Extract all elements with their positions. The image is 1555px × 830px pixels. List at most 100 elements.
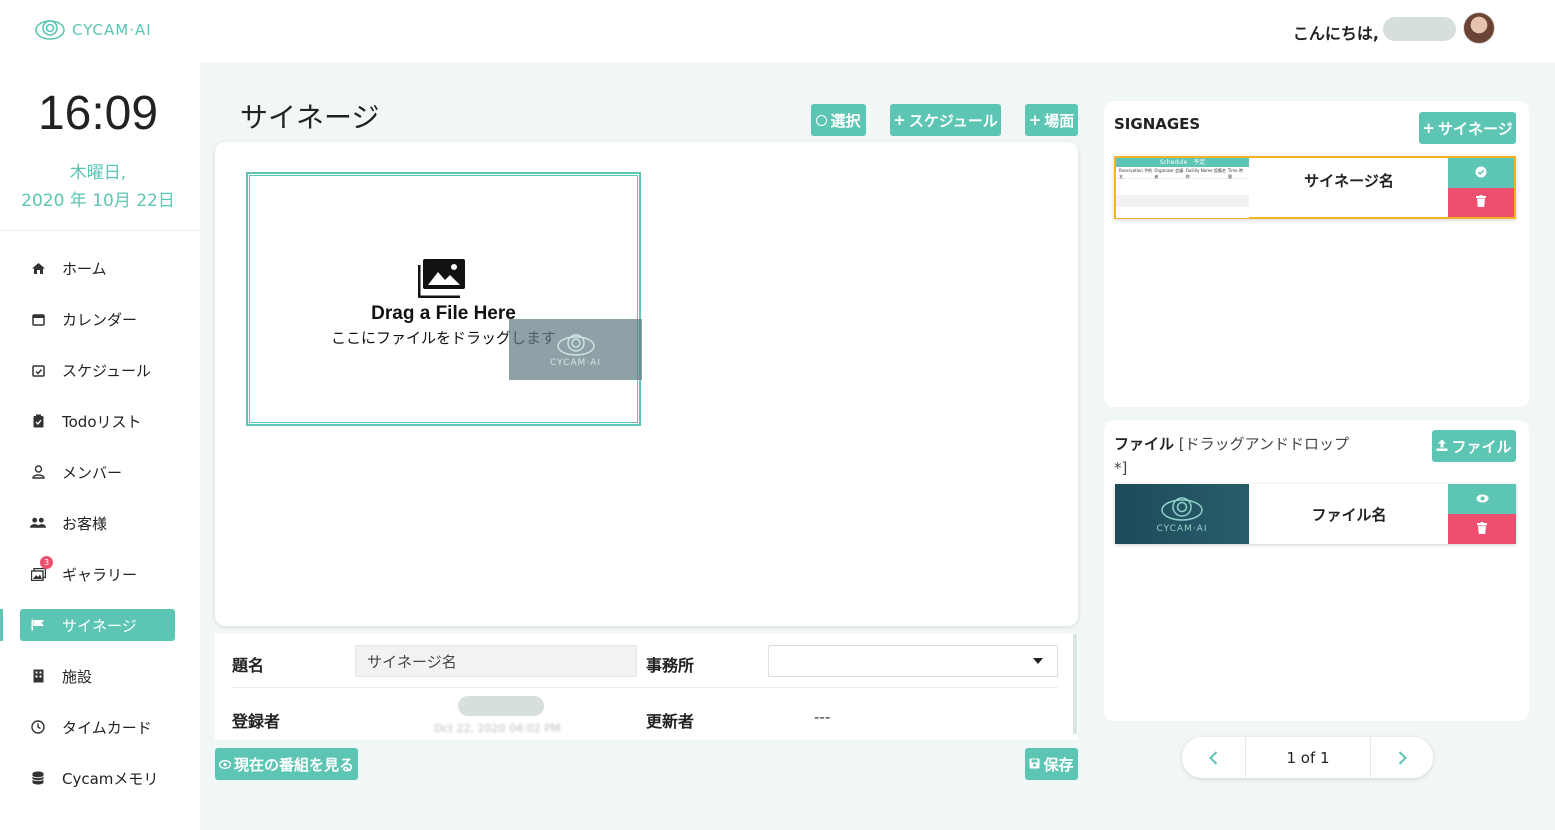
users-icon xyxy=(30,515,46,531)
cycam-logo-icon xyxy=(35,20,65,40)
app-logo[interactable]: CYCAM·AI xyxy=(34,16,152,44)
sidebar-item-facility[interactable]: 施設 xyxy=(20,660,175,692)
view-current-label: 現在の番組を見る xyxy=(233,755,354,774)
add-schedule-label: スケジュール xyxy=(908,111,998,130)
upload-icon xyxy=(1436,437,1448,455)
signage-delete-button[interactable] xyxy=(1448,188,1514,217)
sidebar-item-members[interactable]: メンバー xyxy=(20,456,175,488)
registrant-name xyxy=(458,696,544,716)
thumb-logo-text: CYCAM·AI xyxy=(549,357,601,368)
next-page-button[interactable] xyxy=(1371,737,1433,778)
trash-icon xyxy=(1477,521,1487,537)
check-circle-icon xyxy=(1475,166,1487,181)
registered-date: Oct 22, 2020 04:02 PM xyxy=(434,722,561,735)
title-label: 題名 xyxy=(232,656,265,675)
upload-file-button[interactable]: ファイル xyxy=(1432,430,1516,462)
database-icon xyxy=(30,770,46,786)
greeting-text: こんにちは, xyxy=(1292,24,1379,43)
file-thumb-logo-text: CYCAM·AI xyxy=(1156,524,1208,534)
add-schedule-button[interactable]: + スケジュール xyxy=(890,104,1001,136)
chevron-left-icon xyxy=(1209,750,1218,765)
add-scene-button[interactable]: + 場面 xyxy=(1025,104,1078,136)
thumb-col: Organizer 会議者 xyxy=(1154,168,1184,179)
select-button-label: 選択 xyxy=(830,111,861,130)
sidebar-divider xyxy=(0,230,200,231)
clock-time: 16:09 xyxy=(37,87,159,140)
clock-icon xyxy=(30,719,46,735)
active-marker xyxy=(0,609,3,641)
sidebar-item-gallery[interactable]: 3 ギャラリー xyxy=(20,556,175,590)
cycam-logo-icon xyxy=(1161,497,1203,521)
trash-icon xyxy=(1476,195,1486,210)
circle-icon xyxy=(816,114,828,126)
add-signage-button[interactable]: + サイネージ xyxy=(1419,112,1516,144)
sidebar-item-home[interactable]: ホーム xyxy=(20,252,175,284)
form-scrollbar[interactable] xyxy=(1073,634,1077,734)
sidebar-item-customers[interactable]: お客様 xyxy=(20,507,175,539)
save-label: 保存 xyxy=(1043,755,1074,774)
dragged-file-thumbnail[interactable]: CYCAM·AI xyxy=(509,319,642,380)
sidebar-item-label: メンバー xyxy=(62,463,123,482)
prev-page-button[interactable] xyxy=(1182,737,1245,778)
signages-panel xyxy=(1104,101,1529,407)
cycam-logo-icon xyxy=(556,333,595,356)
pagination: 1 of 1 xyxy=(1182,737,1433,778)
photo-folder-icon xyxy=(418,259,465,298)
registrant-label: 登録者 xyxy=(232,712,281,731)
sidebar-item-label: お客様 xyxy=(62,514,108,533)
sidebar-nav: ホーム カレンダー スケジュール Todoリスト メンバー お客様 3 ギャラリ… xyxy=(0,252,175,813)
plus-icon: + xyxy=(1422,119,1435,137)
calendar-check-icon xyxy=(30,362,46,378)
calendar-icon xyxy=(30,311,46,327)
file-delete-button[interactable] xyxy=(1448,514,1516,544)
file-thumbnail: CYCAM·AI xyxy=(1115,484,1249,544)
add-scene-label: 場面 xyxy=(1044,111,1075,130)
gallery-badge: 3 xyxy=(40,556,53,569)
title-input[interactable]: サイネージ名 xyxy=(355,645,637,677)
eye-icon xyxy=(218,755,232,773)
eye-icon xyxy=(1476,492,1489,506)
logo-text: CYCAM·AI xyxy=(72,21,152,39)
updater-value: --- xyxy=(814,708,831,726)
date-weekday: 木曜日, xyxy=(69,163,127,183)
sidebar-item-label: ホーム xyxy=(62,259,107,278)
sidebar-item-schedule[interactable]: スケジュール xyxy=(20,354,175,386)
office-select[interactable] xyxy=(768,645,1058,677)
sidebar-item-todo[interactable]: Todoリスト xyxy=(20,405,175,437)
sidebar-item-label: サイネージ xyxy=(62,616,137,635)
signage-thumbnail: Schedule 予定 Reservation 予約名 Organizer 会議… xyxy=(1116,158,1249,218)
thumb-col: Time 時間 xyxy=(1227,168,1243,179)
home-icon xyxy=(30,260,46,276)
thumb-col: Reservation 予約名 xyxy=(1119,168,1153,179)
user-icon xyxy=(30,464,46,480)
sidebar-item-calendar[interactable]: カレンダー xyxy=(20,303,175,335)
sidebar-item-signage[interactable]: サイネージ xyxy=(0,609,175,641)
clipboard-icon xyxy=(30,413,46,429)
sidebar-item-memory[interactable]: Cycamメモリ xyxy=(20,762,175,794)
select-button[interactable]: 選択 xyxy=(811,104,866,136)
file-preview-button[interactable] xyxy=(1448,484,1516,514)
sidebar-item-timecard[interactable]: タイムカード xyxy=(20,711,175,743)
plus-icon: + xyxy=(893,111,906,129)
file-drop-zone[interactable] xyxy=(246,172,641,426)
form-divider xyxy=(232,687,1058,688)
file-item-name: ファイル名 xyxy=(1311,506,1387,524)
sidebar: 16:09 木曜日, 2020 年 10月 22日 ホーム カレンダー スケジュ… xyxy=(0,62,200,830)
signages-title: SIGNAGES xyxy=(1114,115,1201,133)
sidebar-item-label: タイムカード xyxy=(62,718,152,737)
sidebar-item-label: Todoリスト xyxy=(62,412,142,431)
updater-label: 更新者 xyxy=(646,712,695,731)
save-button[interactable]: 保存 xyxy=(1025,748,1078,780)
thumb-row xyxy=(1116,195,1249,207)
files-heading: ファイル [ドラッグアンドドロップ *] xyxy=(1114,432,1354,480)
office-label: 事務所 xyxy=(646,656,695,675)
plus-icon: + xyxy=(1028,111,1042,129)
signage-item-name: サイネージ名 xyxy=(1304,172,1394,190)
building-icon xyxy=(30,668,46,684)
upload-file-label: ファイル xyxy=(1451,437,1512,456)
avatar[interactable] xyxy=(1463,12,1495,44)
signage-select-button[interactable] xyxy=(1448,158,1514,188)
thumb-col: Facility Name 設備名称 xyxy=(1185,168,1226,179)
thumb-columns: Reservation 予約名 Organizer 会議者 Facility N… xyxy=(1116,167,1249,179)
view-current-program-button[interactable]: 現在の番組を見る xyxy=(215,748,358,780)
